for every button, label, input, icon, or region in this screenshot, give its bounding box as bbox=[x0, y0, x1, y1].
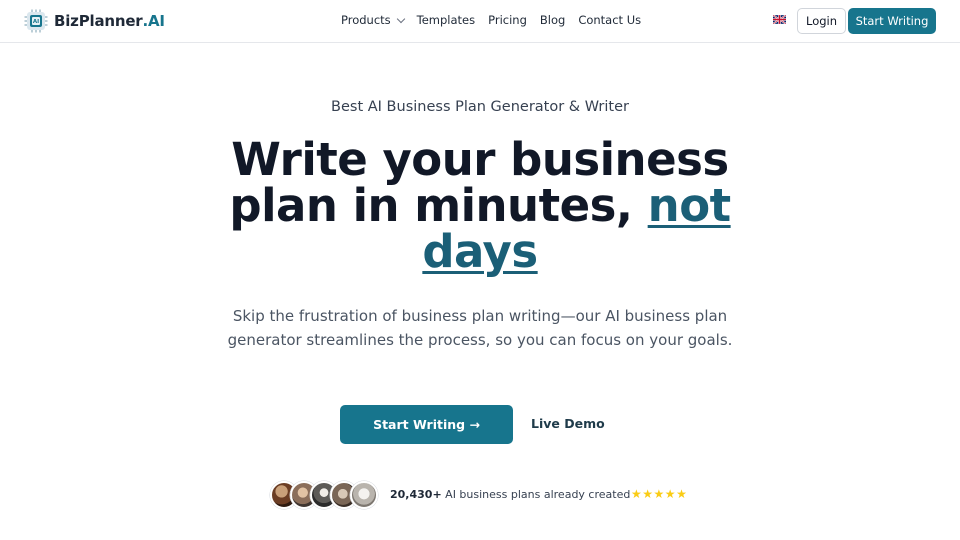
nav-item-label: Products bbox=[341, 13, 391, 27]
star-icon: ★ bbox=[642, 487, 654, 501]
social-proof-text: 20,430+ AI business plans already create… bbox=[390, 488, 630, 501]
live-demo-link[interactable]: Live Demo bbox=[531, 416, 605, 431]
chip-logo-icon: AI bbox=[24, 9, 48, 33]
star-icon: ★ bbox=[631, 487, 642, 501]
start-writing-nav-button[interactable]: Start Writing bbox=[848, 8, 936, 34]
nav-item-products[interactable]: Products bbox=[341, 13, 405, 27]
plans-count-label: AI business plans already created bbox=[441, 488, 631, 501]
nav-item-blog[interactable]: Blog bbox=[540, 13, 565, 27]
star-icon: ★ bbox=[664, 487, 676, 501]
hero-eyebrow: Best AI Business Plan Generator & Writer bbox=[331, 99, 629, 115]
hero-subtext: Skip the frustration of business plan wr… bbox=[227, 307, 733, 349]
rating-stars: ★ ★ ★ ★ ★ bbox=[631, 486, 687, 502]
user-avatars bbox=[270, 481, 380, 509]
logo[interactable]: AI BizPlanner .AI bbox=[24, 9, 165, 33]
uk-flag-icon[interactable] bbox=[773, 15, 786, 24]
login-button[interactable]: Login bbox=[797, 8, 846, 34]
main-nav: Products Templates Pricing Blog Contact … bbox=[341, 13, 654, 27]
avatar bbox=[350, 481, 378, 509]
start-writing-hero-button[interactable]: Start Writing → bbox=[340, 405, 513, 444]
star-icon: ★ bbox=[676, 487, 687, 501]
nav-item-pricing[interactable]: Pricing bbox=[488, 13, 527, 27]
nav-item-contact[interactable]: Contact Us bbox=[578, 13, 641, 27]
logo-accent: .AI bbox=[142, 12, 165, 30]
logo-name: BizPlanner bbox=[54, 12, 143, 30]
star-icon: ★ bbox=[653, 487, 665, 501]
chevron-down-icon bbox=[396, 14, 405, 23]
plans-count: 20,430+ bbox=[390, 488, 442, 501]
nav-item-templates[interactable]: Templates bbox=[417, 13, 475, 27]
site-header: AI BizPlanner .AI Products Templates Pric… bbox=[0, 0, 960, 43]
svg-text:AI: AI bbox=[33, 19, 39, 25]
hero-headline: Write your business plan in minutes, not… bbox=[180, 137, 780, 275]
